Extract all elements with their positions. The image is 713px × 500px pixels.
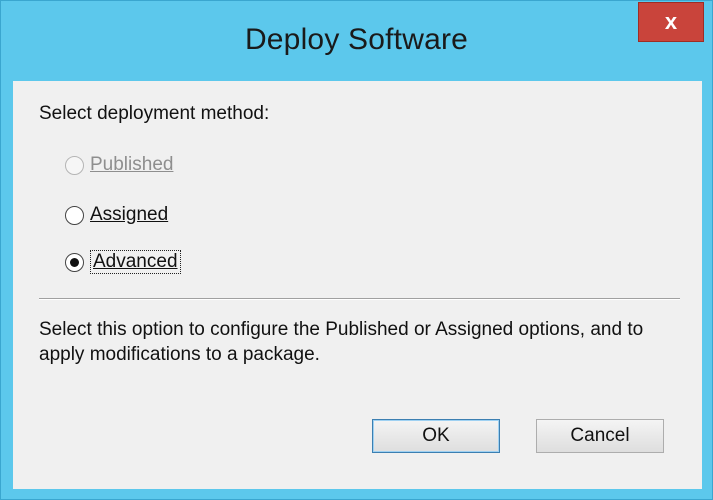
radio-selected-dot-icon [70, 257, 79, 267]
radio-assigned-circle-icon[interactable] [65, 205, 84, 225]
radio-assigned-label[interactable]: Assigned [90, 204, 168, 226]
radio-advanced-circle-icon[interactable] [65, 252, 84, 272]
deployment-method-prompt: Select deployment method: [39, 103, 270, 124]
radio-published: Published [65, 150, 173, 180]
option-description: Select this option to configure the Publ… [39, 319, 644, 365]
separator-line [39, 298, 680, 300]
window-title: Deploy Software [244, 23, 469, 56]
cancel-button[interactable]: Cancel [536, 419, 664, 453]
dialog-client-area: Select deployment method: Published Assi… [13, 81, 702, 489]
radio-assigned[interactable]: Assigned [65, 200, 168, 230]
close-button[interactable]: x [638, 2, 704, 42]
radio-advanced-label[interactable]: Advanced [90, 250, 181, 274]
deploy-software-window: Deploy Software x Select deployment meth… [0, 0, 713, 500]
ok-button[interactable]: OK [372, 419, 500, 453]
radio-advanced[interactable]: Advanced [65, 247, 181, 277]
title-bar[interactable]: Deploy Software x [1, 1, 712, 81]
radio-published-circle-icon [65, 155, 84, 175]
close-icon: x [664, 9, 678, 34]
radio-published-label: Published [90, 154, 174, 175]
